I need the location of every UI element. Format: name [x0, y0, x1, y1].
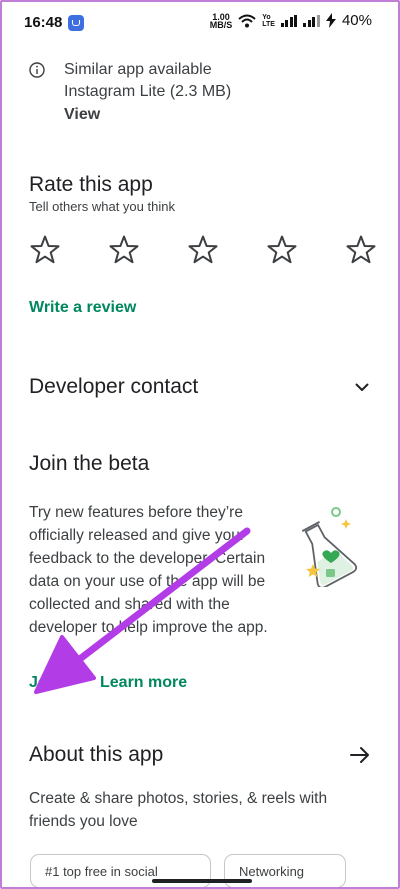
volte-bottom: LTE: [262, 20, 275, 28]
rate-app-subtitle: Tell others what you think: [29, 199, 175, 214]
rate-app-heading: Rate this app: [29, 173, 153, 196]
phone-screen: 16:48 1.00 MB/S Yo LTE 40% Similar app a…: [0, 0, 400, 889]
arrow-right-icon[interactable]: [349, 745, 371, 765]
status-time: 16:48: [24, 14, 63, 31]
status-bar: 16:48 1.00 MB/S Yo LTE 40%: [2, 2, 398, 44]
learn-more-link[interactable]: Learn more: [100, 674, 187, 692]
beta-flask-illustration: [301, 507, 358, 587]
star-4-icon[interactable]: [266, 234, 298, 266]
similar-app-view-link[interactable]: View: [64, 106, 100, 124]
battery-percentage: 40%: [341, 12, 372, 29]
volte-indicator: Yo LTE: [262, 14, 275, 28]
charging-icon: [325, 13, 336, 28]
wifi-icon: [238, 14, 256, 27]
signal-2-icon: [303, 14, 320, 27]
volte-top: Yo: [262, 13, 271, 21]
about-app-heading[interactable]: About this app: [29, 743, 163, 767]
similar-app-title: Similar app available: [64, 61, 212, 78]
beta-description: Try new features before they’re official…: [29, 504, 268, 636]
join-beta-heading: Join the beta: [29, 452, 150, 475]
join-beta-link[interactable]: Join: [29, 674, 62, 692]
notification-app-icon: [68, 15, 84, 31]
developer-contact-heading[interactable]: Developer contact: [29, 375, 198, 399]
network-speed: 1.00 MB/S: [209, 12, 233, 30]
info-icon: [29, 62, 45, 78]
home-indicator[interactable]: [152, 879, 252, 883]
rating-stars: [29, 234, 377, 266]
star-1-icon[interactable]: [29, 234, 61, 266]
chevron-down-icon[interactable]: [353, 378, 371, 396]
write-review-link[interactable]: Write a review: [29, 299, 136, 317]
status-icons: 1.00 MB/S Yo LTE 40%: [210, 12, 372, 29]
network-speed-unit: MB/S: [209, 19, 233, 30]
star-5-icon[interactable]: [345, 234, 377, 266]
similar-app-name: Instagram Lite (2.3 MB): [64, 83, 232, 100]
star-2-icon[interactable]: [108, 234, 140, 266]
star-3-icon[interactable]: [187, 234, 219, 266]
signal-1-icon: [280, 14, 298, 27]
about-description: Create & share photos, stories, & reels …: [29, 790, 328, 830]
